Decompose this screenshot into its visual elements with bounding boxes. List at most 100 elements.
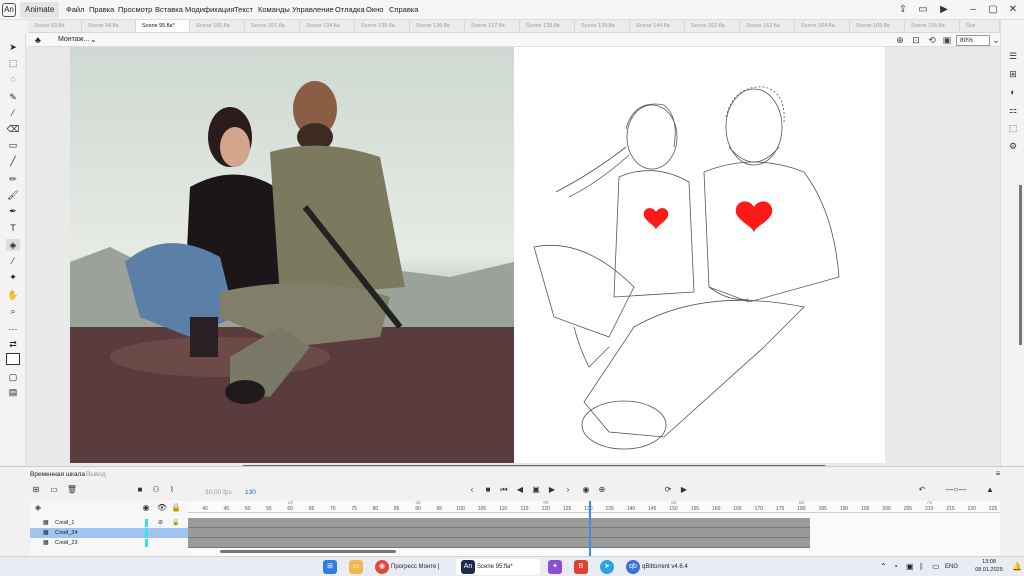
layer-name[interactable]: Слой_1: [55, 518, 75, 528]
artboard[interactable]: [70, 47, 885, 463]
settings-icon[interactable]: ⚙: [1006, 140, 1020, 152]
playhead[interactable]: [589, 501, 591, 557]
chrome-icon[interactable]: ◉: [375, 560, 389, 574]
scene-icon[interactable]: ♣: [32, 34, 44, 46]
workspace-icon[interactable]: ▭: [916, 3, 930, 17]
tab-scene-166[interactable]: Scene 166.fla: [905, 20, 960, 32]
menu-control[interactable]: Управление: [292, 0, 334, 20]
layer-visible-icon[interactable]: ⊘: [158, 518, 163, 528]
loop-icon[interactable]: ⟳: [662, 484, 674, 496]
camera-icon[interactable]: ■: [134, 484, 146, 496]
play-timeline-icon[interactable]: ▶: [678, 484, 690, 496]
zoom-icon[interactable]: ⌕: [6, 305, 20, 317]
bluetooth-icon[interactable]: ᛒ: [919, 560, 924, 574]
tab-scene-139[interactable]: Scene 139.fla: [575, 20, 630, 32]
lasso-icon[interactable]: ◌: [6, 73, 20, 85]
undo-icon[interactable]: ↶: [916, 484, 928, 496]
step-forward-icon[interactable]: ▶: [546, 484, 558, 496]
pen-icon[interactable]: ✒: [6, 205, 20, 217]
tab-scene-136[interactable]: Scene 136.fla: [410, 20, 465, 32]
menu-help[interactable]: Справка: [389, 0, 418, 20]
menu-debug[interactable]: Отладка: [335, 0, 365, 20]
frame-row[interactable]: [188, 528, 810, 538]
menu-view[interactable]: Просмотр: [118, 0, 152, 20]
app-name-button[interactable]: Animate: [20, 2, 60, 18]
brush-tool-icon[interactable]: 🖌: [6, 189, 20, 201]
delete-layer-icon[interactable]: 🗑: [66, 484, 78, 496]
align-icon[interactable]: ⚏: [1006, 104, 1020, 116]
rectangle-icon[interactable]: ▭: [6, 139, 20, 151]
start-icon[interactable]: ⊞: [323, 560, 337, 574]
rotate-icon[interactable]: ⟲: [926, 34, 938, 46]
zoom-field[interactable]: 80%: [956, 35, 990, 46]
tab-scene-162[interactable]: Scene 162.fla: [685, 20, 740, 32]
tab-output[interactable]: Вывод: [86, 469, 106, 481]
tab-scene-165[interactable]: Scene 165.fla: [850, 20, 905, 32]
tab-timeline[interactable]: Временная шкала: [30, 469, 85, 481]
taskbar-item-animate[interactable]: Scene 95.fla*: [477, 560, 513, 574]
graph-icon[interactable]: ⌇: [166, 484, 178, 496]
lock-icon[interactable]: 🔒: [170, 502, 182, 514]
more-tools-icon[interactable]: ⋯: [6, 323, 20, 335]
taskbar-item-qbittorrent[interactable]: qBittorrent v4.6.4: [642, 560, 688, 574]
stage-vertical-scrollbar[interactable]: [1019, 185, 1022, 345]
tray-app-icon[interactable]: ◔: [893, 560, 898, 574]
clock[interactable]: 13:08 08.01.2025: [972, 558, 1006, 574]
layer-color-marker[interactable]: [145, 529, 148, 537]
transform-icon[interactable]: ⬚: [1006, 122, 1020, 134]
menu-file[interactable]: Файл: [66, 0, 84, 20]
stage-area[interactable]: [26, 47, 1000, 466]
pin-icon[interactable]: ✦: [6, 271, 20, 283]
tab-scene-101[interactable]: Scene 101.fla: [245, 20, 300, 32]
prev-keyframe-icon[interactable]: ‹: [466, 484, 478, 496]
menu-edit[interactable]: Правка: [89, 0, 114, 20]
eraser-icon[interactable]: ⌫: [6, 123, 20, 135]
frame-zoom-slider[interactable]: —○—: [936, 484, 976, 496]
new-folder-icon[interactable]: ▭: [48, 484, 60, 496]
pencil-icon[interactable]: ✏: [6, 173, 20, 185]
paint-bucket-icon[interactable]: ◈: [6, 239, 20, 251]
layer-color-marker[interactable]: [145, 519, 148, 527]
tab-scene-164[interactable]: Scene 164.fla: [795, 20, 850, 32]
menu-commands[interactable]: Команды: [258, 0, 290, 20]
layer-row-selected[interactable]: ▦ Слой_34: [30, 528, 188, 538]
brush-icon[interactable]: ⁄: [6, 107, 20, 119]
language-indicator[interactable]: ENG: [945, 560, 958, 574]
menu-window[interactable]: Окно: [366, 0, 383, 20]
tray-chevron-icon[interactable]: ⌃: [880, 560, 887, 574]
selection-tool-icon[interactable]: ➤: [6, 41, 20, 53]
parent-icon[interactable]: ⚇: [150, 484, 162, 496]
frame-row[interactable]: [188, 538, 810, 548]
layer-name[interactable]: Слой_34: [55, 528, 78, 538]
snap-icon[interactable]: ▤: [6, 386, 20, 398]
text-icon[interactable]: T: [6, 222, 20, 234]
eye-icon[interactable]: 👁: [156, 502, 168, 514]
center-stage-icon[interactable]: ⊕: [894, 34, 906, 46]
new-layer-icon[interactable]: ⊞: [30, 484, 42, 496]
tray-app-icon[interactable]: ▣: [906, 560, 914, 574]
tab-scene-144[interactable]: Scene 144.fla: [630, 20, 685, 32]
stop-icon[interactable]: ■: [482, 484, 494, 496]
eyedropper-icon[interactable]: ⁄: [6, 255, 20, 267]
show-hide-icon[interactable]: ◉: [140, 502, 152, 514]
clip-icon[interactable]: ⊡: [910, 34, 922, 46]
onion-skin-icon[interactable]: ◉: [580, 484, 592, 496]
menu-insert[interactable]: Вставка: [155, 0, 183, 20]
current-frame-readout[interactable]: 130: [245, 489, 256, 496]
next-keyframe-icon[interactable]: ›: [562, 484, 574, 496]
frame-ruler[interactable]: 40 45 50 55 60 65 70 75 80 85 90 95 100 105 110 115 120 1…: [188, 501, 1000, 513]
properties-icon[interactable]: ☰: [1006, 50, 1020, 62]
qbittorrent-icon[interactable]: qb: [626, 560, 640, 574]
frame-grid[interactable]: 40 45 50 55 60 65 70 75 80 85 90 95 100 105 110 115 120 1…: [188, 501, 1000, 557]
frame-row[interactable]: [188, 518, 810, 528]
tab-scene-more[interactable]: Sce: [960, 20, 1000, 32]
taskbar-item-chrome[interactable]: Прогресс Монте |: [391, 560, 439, 574]
layer-row[interactable]: ▦ Слой_23: [30, 538, 188, 548]
swap-colors-icon[interactable]: ⇄: [6, 338, 20, 350]
library-icon[interactable]: ⊞: [1006, 68, 1020, 80]
step-back-icon[interactable]: ◀: [514, 484, 526, 496]
layer-lock-icon[interactable]: 🔒: [172, 518, 179, 528]
hand-icon[interactable]: ✋: [6, 289, 20, 301]
telegram-icon[interactable]: ➤: [600, 560, 614, 574]
first-frame-icon[interactable]: ⏮: [498, 484, 510, 496]
